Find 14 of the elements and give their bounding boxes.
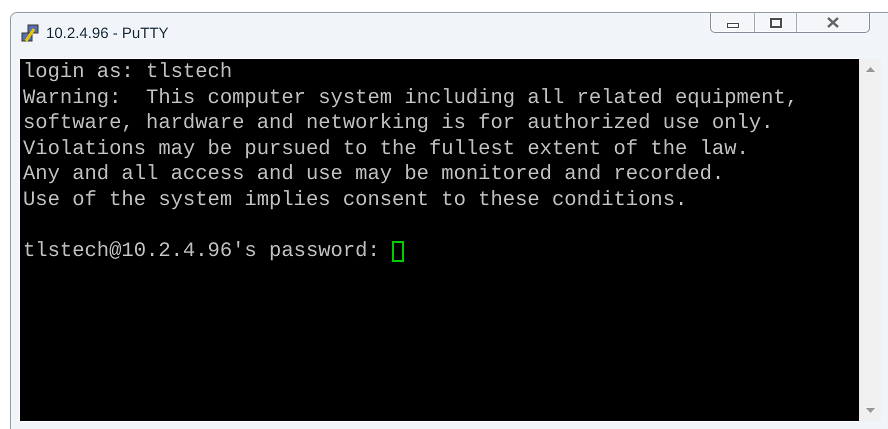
maximize-icon — [770, 18, 782, 28]
window-title: 10.2.4.96 - PuTTY — [46, 24, 169, 44]
close-icon — [826, 17, 840, 28]
terminal-line: Violations may be pursued to the fullest extent of the law. — [23, 136, 749, 162]
terminal-line: login as: tlstech — [23, 60, 232, 86]
password-prompt: tlstech@10.2.4.96's password: — [23, 238, 380, 264]
terminal-line: Warning: This computer system including all related equipment, — [23, 86, 798, 111]
terminal-line: Any and all access and use may be monitored and recorded. — [23, 162, 724, 188]
text-cursor — [392, 240, 404, 262]
terminal-line: Use of the system implies consent to these conditions. — [23, 188, 688, 213]
terminal-line: software, hardware and networking is for authorized use only. — [23, 111, 774, 136]
minimize-icon — [726, 22, 738, 28]
networked-computers-icon — [20, 24, 40, 44]
terminal-screen[interactable] — [20, 59, 859, 421]
